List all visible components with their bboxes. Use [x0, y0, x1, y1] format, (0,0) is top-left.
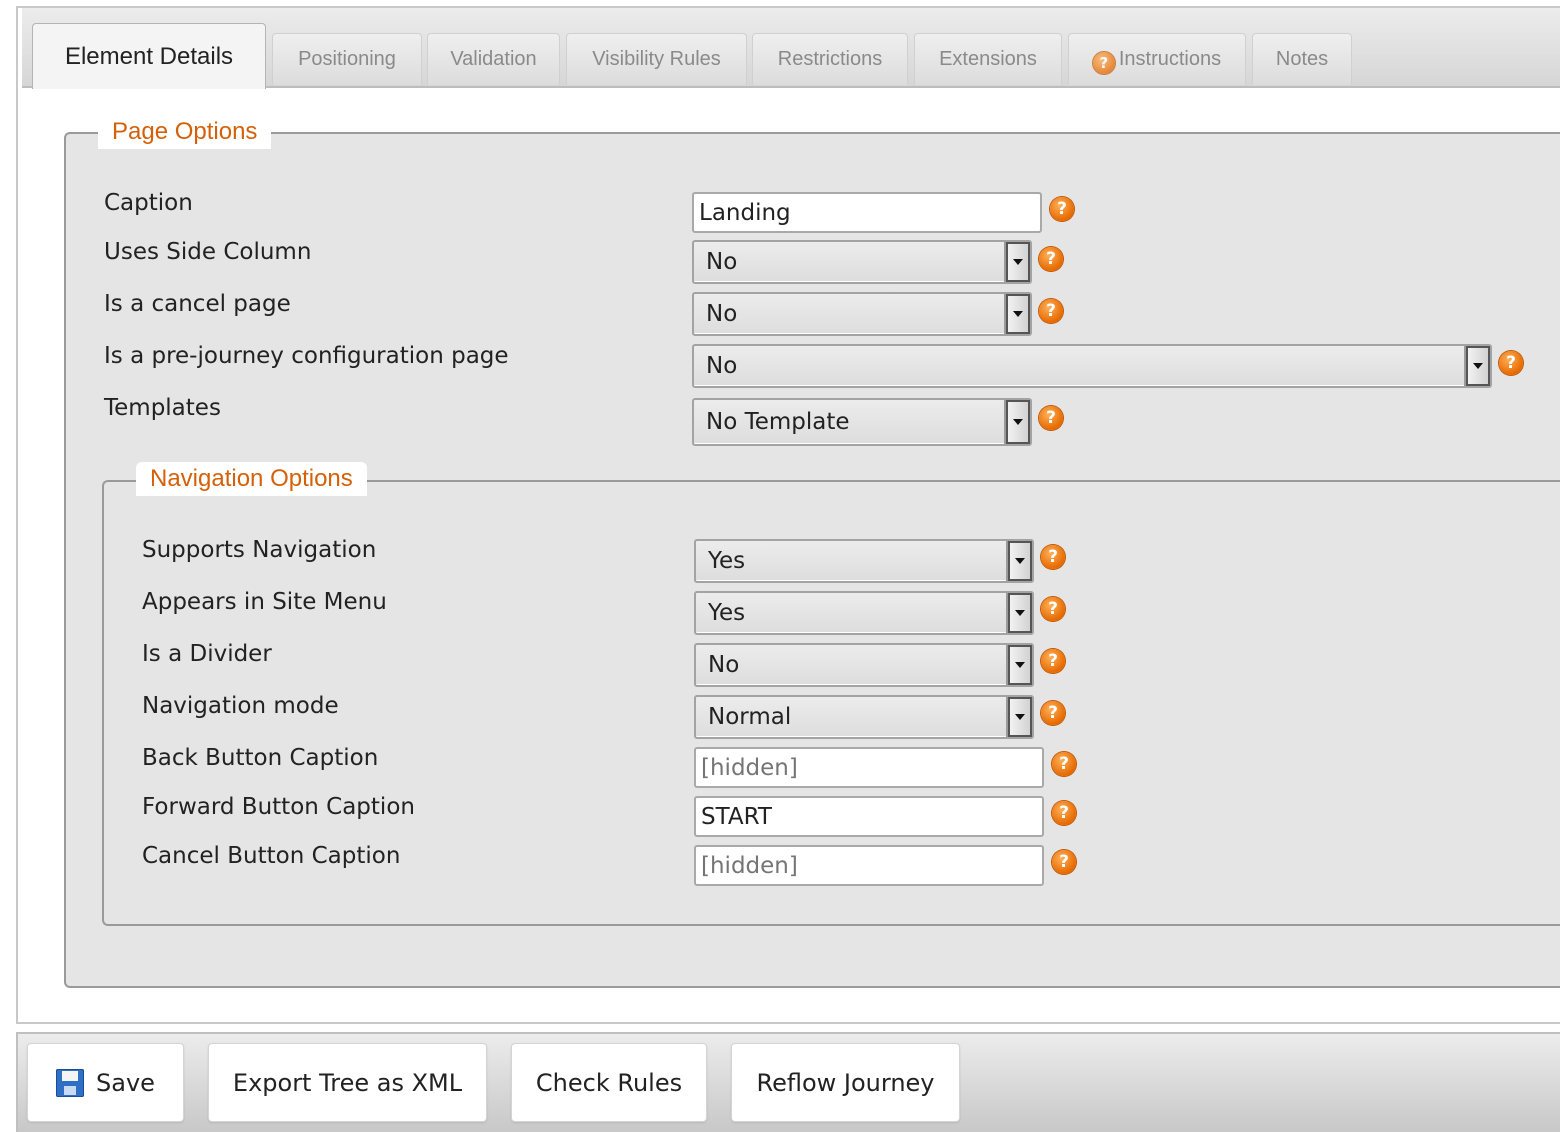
chevron-down-icon — [1006, 645, 1032, 685]
help-icon[interactable]: ? — [1041, 701, 1065, 725]
tab-label: Validation — [450, 48, 537, 70]
select-value: No — [706, 249, 738, 275]
tab-label: Extensions — [939, 48, 1037, 70]
help-icon[interactable]: ? — [1499, 351, 1523, 375]
help-icon[interactable]: ? — [1041, 545, 1065, 569]
help-icon[interactable]: ? — [1041, 597, 1065, 621]
tab-validation[interactable]: Validation — [427, 33, 560, 85]
appears-in-site-menu-label: Appears in Site Menu — [142, 589, 387, 615]
chevron-down-icon — [1464, 346, 1490, 386]
chevron-down-icon — [1006, 593, 1032, 633]
help-icon[interactable]: ? — [1052, 850, 1076, 874]
is-cancel-page-select[interactable]: No — [692, 292, 1032, 336]
templates-select[interactable]: No Template — [692, 398, 1032, 446]
tab-positioning[interactable]: Positioning — [272, 33, 422, 85]
is-cancel-page-label: Is a cancel page — [104, 291, 291, 317]
back-button-caption-label: Back Button Caption — [142, 745, 379, 771]
page-options-legend: Page Options — [98, 115, 272, 149]
caption-label: Caption — [104, 190, 193, 216]
forward-button-caption-label: Forward Button Caption — [142, 794, 415, 820]
caption-input[interactable] — [692, 192, 1042, 233]
tab-label: Positioning — [298, 48, 396, 70]
select-value: Yes — [708, 548, 746, 574]
select-value: No — [706, 353, 738, 379]
check-rules-button-label: Check Rules — [535, 1068, 683, 1097]
select-value: No — [706, 301, 738, 327]
chevron-down-icon — [1006, 697, 1032, 737]
select-value: No Template — [706, 409, 850, 435]
appears-in-site-menu-select[interactable]: Yes — [694, 591, 1034, 635]
tab-label: Element Details — [64, 42, 234, 70]
help-icon[interactable]: ? — [1052, 801, 1076, 825]
export-tree-xml-button[interactable]: Export Tree as XML — [208, 1043, 487, 1122]
select-value: Yes — [708, 600, 746, 626]
tab-label: Instructions — [1118, 48, 1222, 70]
reflow-journey-button[interactable]: Reflow Journey — [731, 1043, 960, 1122]
chevron-down-icon — [1004, 242, 1030, 282]
tab-visibility-rules[interactable]: Visibility Rules — [566, 33, 747, 85]
navigation-mode-label: Navigation mode — [142, 693, 339, 719]
help-icon[interactable]: ? — [1050, 197, 1074, 221]
tab-element-details[interactable]: Element Details — [32, 23, 266, 89]
navigation-options-legend: Navigation Options — [136, 462, 367, 496]
tab-instructions[interactable]: ? Instructions — [1068, 33, 1246, 85]
is-pre-journey-select[interactable]: No — [692, 344, 1492, 388]
forward-button-caption-input[interactable] — [694, 796, 1044, 837]
floppy-disk-icon — [56, 1068, 85, 1097]
help-icon[interactable]: ? — [1039, 247, 1063, 271]
export-button-label: Export Tree as XML — [232, 1068, 463, 1097]
help-icon[interactable]: ? — [1039, 299, 1063, 323]
cancel-button-caption-input[interactable] — [694, 845, 1044, 886]
chevron-down-icon — [1006, 541, 1032, 581]
reflow-button-label: Reflow Journey — [756, 1068, 935, 1097]
save-button[interactable]: Save — [27, 1043, 184, 1122]
help-icon: ? — [1092, 51, 1115, 74]
tab-extensions[interactable]: Extensions — [914, 33, 1062, 85]
tab-notes[interactable]: Notes — [1252, 33, 1352, 85]
uses-side-column-select[interactable]: No — [692, 240, 1032, 284]
select-value: No — [708, 652, 740, 678]
help-icon[interactable]: ? — [1039, 406, 1063, 430]
tab-label: Restrictions — [777, 48, 883, 70]
is-divider-select[interactable]: No — [694, 643, 1034, 687]
chevron-down-icon — [1004, 294, 1030, 334]
tab-label: Visibility Rules — [592, 48, 721, 70]
uses-side-column-label: Uses Side Column — [104, 239, 312, 265]
select-value: Normal — [708, 704, 792, 730]
supports-navigation-label: Supports Navigation — [142, 537, 377, 563]
is-divider-label: Is a Divider — [142, 641, 272, 667]
tab-label: Notes — [1275, 48, 1329, 70]
check-rules-button[interactable]: Check Rules — [511, 1043, 707, 1122]
help-icon[interactable]: ? — [1052, 752, 1076, 776]
navigation-mode-select[interactable]: Normal — [694, 695, 1034, 739]
chevron-down-icon — [1004, 400, 1030, 444]
tab-restrictions[interactable]: Restrictions — [752, 33, 908, 85]
is-pre-journey-label: Is a pre-journey configuration page — [104, 343, 509, 369]
back-button-caption-input[interactable] — [694, 747, 1044, 788]
save-button-label: Save — [96, 1068, 155, 1097]
cancel-button-caption-label: Cancel Button Caption — [142, 843, 401, 869]
help-icon[interactable]: ? — [1041, 649, 1065, 673]
templates-label: Templates — [104, 395, 221, 421]
supports-navigation-select[interactable]: Yes — [694, 539, 1034, 583]
